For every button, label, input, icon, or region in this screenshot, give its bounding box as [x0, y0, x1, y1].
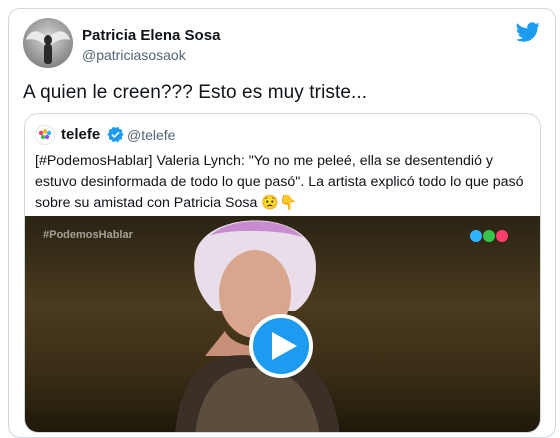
quoted-avatar[interactable]	[35, 125, 55, 145]
quoted-text: [#PodemosHablar] Valeria Lynch: "Yo no m…	[35, 153, 524, 211]
telefe-dots-logo	[470, 230, 508, 242]
telefe-logo-icon	[38, 129, 52, 140]
quoted-display-name[interactable]: telefe	[61, 126, 100, 143]
video-person-figure	[175, 220, 340, 432]
play-icon	[272, 332, 297, 360]
tweet-text: A quien le creen??? Esto es muy triste..…	[23, 82, 368, 103]
quoted-tweet[interactable]: telefe @telefe [#PodemosHablar] Valeria …	[24, 113, 541, 433]
author-display-name[interactable]: Patricia Elena Sosa	[82, 27, 220, 44]
video-thumbnail[interactable]: #PodemosHablar	[25, 216, 540, 432]
twitter-bird-icon[interactable]	[516, 20, 540, 44]
author-handle[interactable]: @patriciasosaok	[82, 47, 186, 63]
video-hashtag-overlay: #PodemosHablar	[43, 229, 133, 241]
play-button[interactable]	[249, 314, 313, 378]
author-avatar[interactable]	[23, 18, 73, 68]
verified-badge-icon	[107, 126, 124, 143]
quoted-handle[interactable]: @telefe	[127, 127, 175, 143]
avatar-photo	[26, 31, 70, 64]
